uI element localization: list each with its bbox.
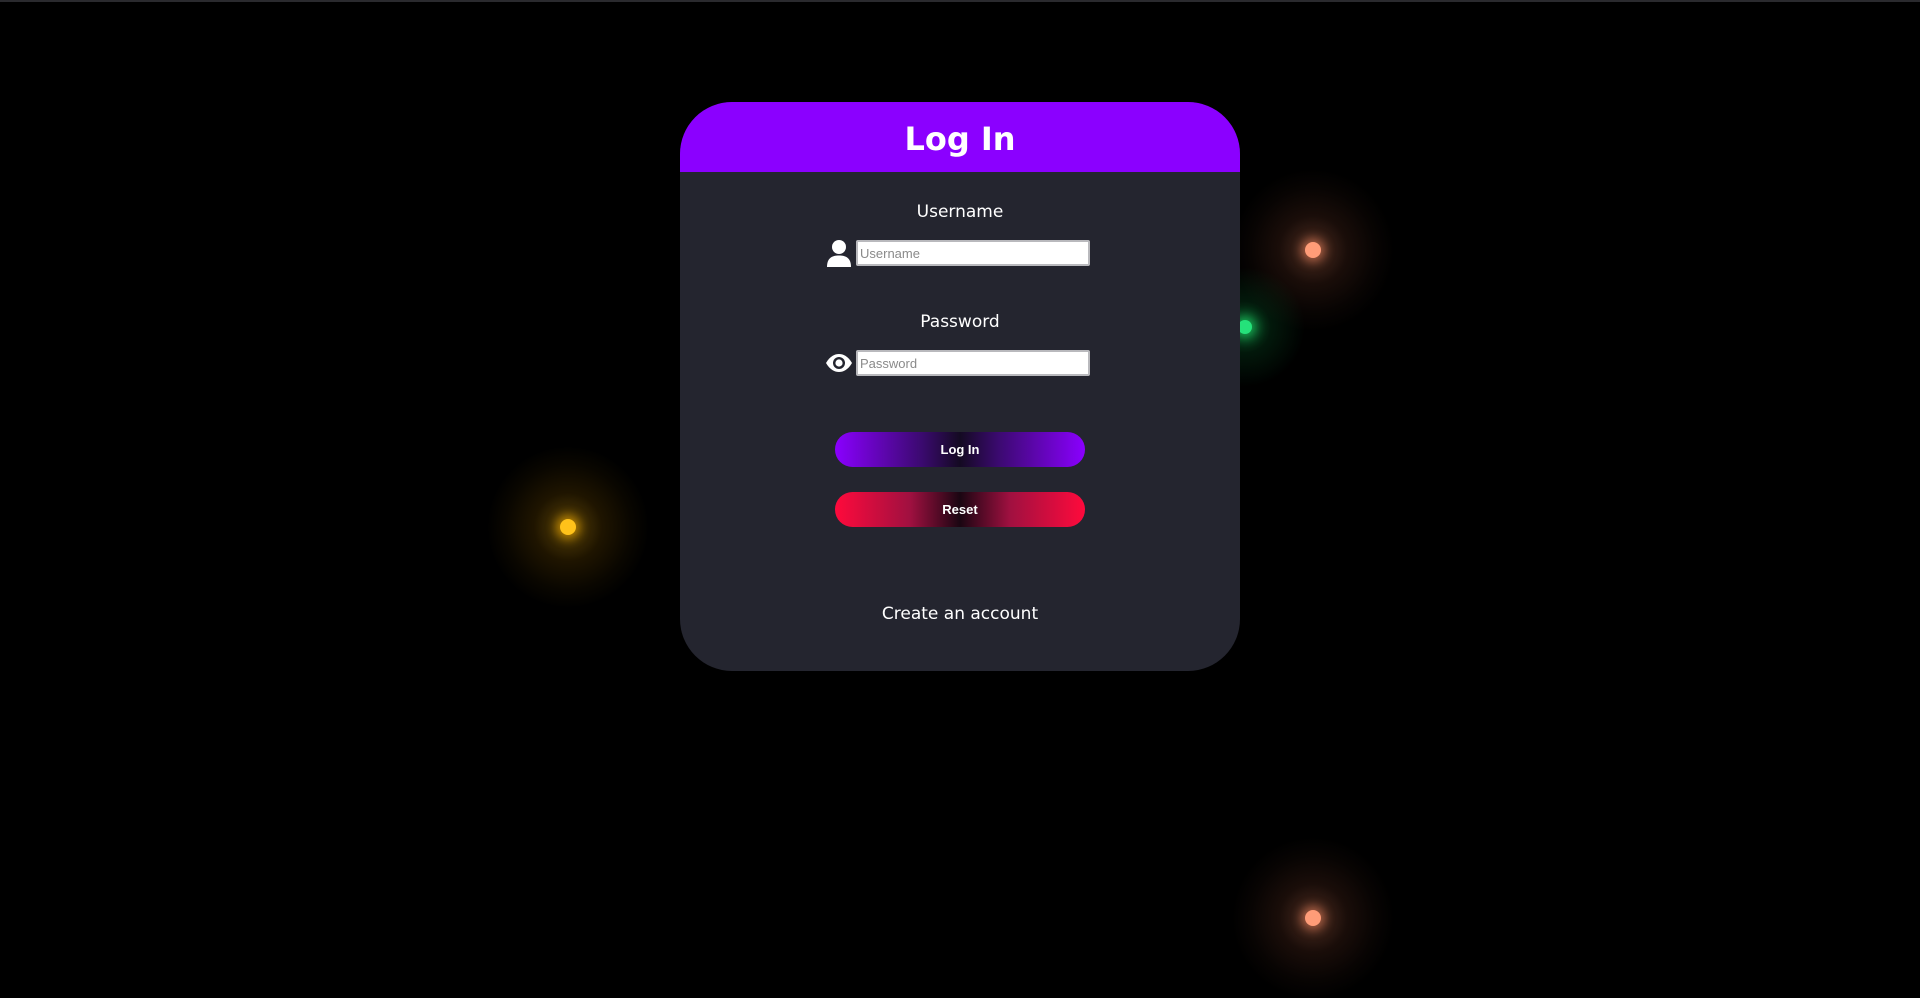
username-label: Username xyxy=(916,202,1004,222)
login-button[interactable]: Log In xyxy=(835,432,1085,467)
username-row xyxy=(824,238,1090,268)
password-input[interactable] xyxy=(856,350,1090,376)
glow-orb-yellow xyxy=(488,447,648,607)
page-title: Log In xyxy=(904,120,1016,158)
glow-orb-core xyxy=(1305,242,1321,258)
user-icon xyxy=(824,238,854,268)
glow-orb-core xyxy=(1305,910,1321,926)
glow-orb-peach-bottom xyxy=(1233,838,1393,998)
password-row xyxy=(824,348,1090,378)
username-input[interactable] xyxy=(856,240,1090,266)
login-card: Log In Username Password Log In Reset Cr… xyxy=(680,102,1240,671)
top-border-line xyxy=(0,0,1920,2)
glow-orb-core xyxy=(1238,320,1252,334)
login-card-header: Log In xyxy=(680,102,1240,172)
glow-orb-core xyxy=(560,519,576,535)
password-label: Password xyxy=(920,312,1000,332)
create-account-link[interactable]: Create an account xyxy=(680,604,1240,624)
eye-icon[interactable] xyxy=(824,348,854,378)
reset-button[interactable]: Reset xyxy=(835,492,1085,527)
